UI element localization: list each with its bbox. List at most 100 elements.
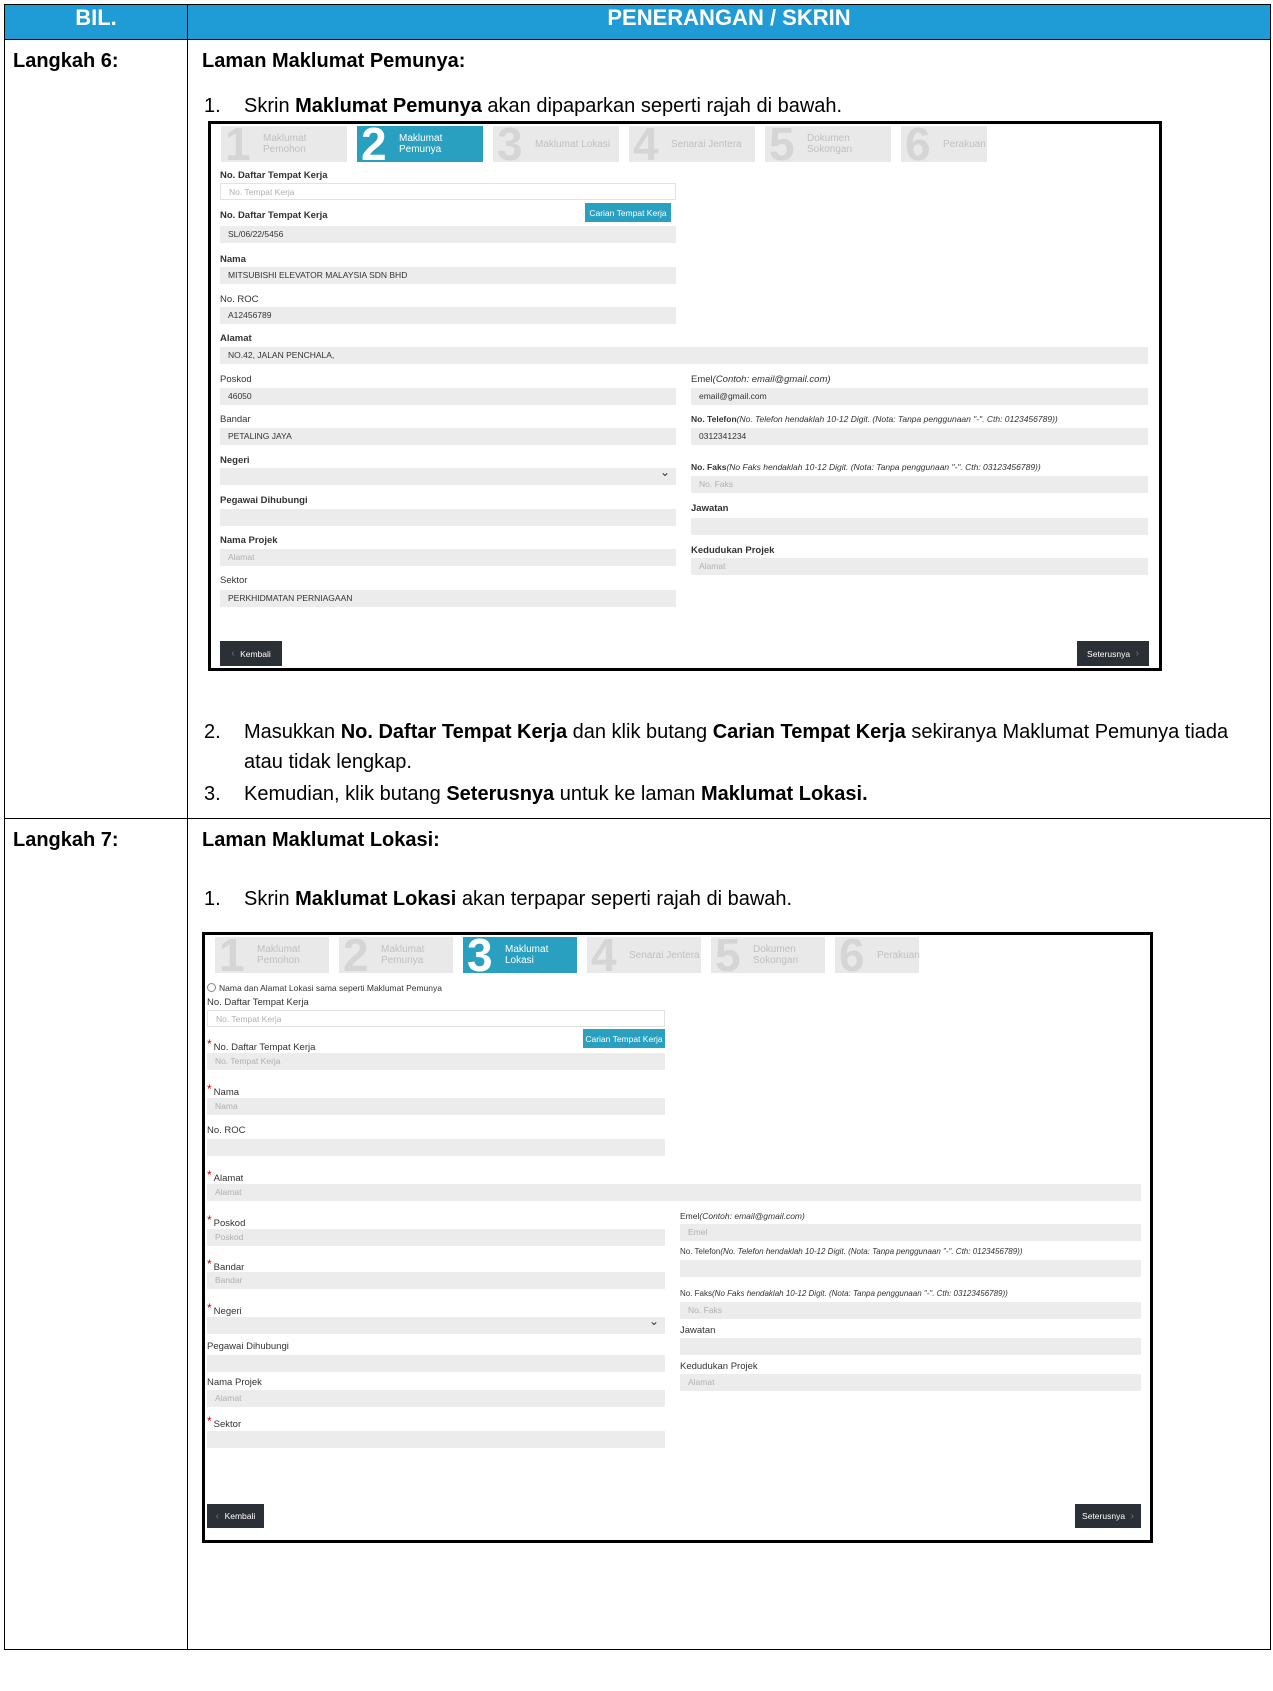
screenshot-maklumat-pemunya: 1 Maklumat Pemohon 2 Maklumat Pemunya 3 Mak… [208,121,1162,671]
negeri-select[interactable] [220,468,676,485]
bandar-label: * Bandar [207,1257,245,1273]
pegawai-field[interactable] [207,1355,665,1372]
table-header: BIL. PENERANGAN / SKRIN [4,4,1271,40]
sektor-label: * Sektor [207,1414,242,1430]
step-content-cell: Laman Maklumat Pemunya: 1. Skrin Makluma… [187,39,1271,819]
sektor-field[interactable] [207,1431,665,1448]
kembali-button[interactable]: ‹ Kembali [220,641,282,666]
tab-maklumat-pemohon[interactable]: 1 Maklumat Pemohon [215,932,329,978]
instruction-table: BIL. PENERANGAN / SKRIN Langkah 6: Laman… [4,4,1271,1650]
alamat-field[interactable]: Alamat [207,1184,1141,1201]
nama-projek-field[interactable]: Alamat [220,549,676,566]
poskod-field[interactable]: 46050 [220,388,676,405]
tab-perakuan[interactable]: 6 Perakuan [901,121,987,167]
list-item: 3. Kemudian, klik butang Seterusnya untu… [202,779,1258,809]
list-item: 1. Skrin Maklumat Lokasi akan terpapar s… [202,884,1258,914]
chevron-right-icon: › [1125,1510,1134,1522]
item-text: akan terpapar seperti rajah di bawah. [456,888,793,910]
search-label: No. Daftar Tempat Kerja [207,997,309,1008]
telefon-field[interactable] [680,1260,1141,1277]
kembali-button[interactable]: ‹ Kembali [207,1504,264,1528]
search-input[interactable]: No. Tempat Kerja [207,1010,665,1027]
tab-maklumat-pemunya[interactable]: 2 Maklumat Pemunya [339,932,453,978]
nama-projek-field[interactable]: Alamat [207,1390,665,1407]
bandar-field[interactable]: Bandar [207,1272,665,1289]
section-title: Laman Maklumat Pemunya: [202,50,466,72]
reg-field[interactable]: No. Tempat Kerja [207,1053,665,1070]
roc-field[interactable]: A12456789 [220,307,676,324]
tab-perakuan[interactable]: 6 Perakuan [835,932,920,978]
document: BIL. PENERANGAN / SKRIN Langkah 6: Laman… [4,4,1271,1691]
reg-field[interactable]: SL/06/22/5456 [220,226,676,243]
kedudukan-field[interactable]: Alamat [680,1374,1141,1391]
item-number: 1. [204,95,221,117]
emel-field[interactable]: email@gmail.com [691,388,1148,405]
item-text: untuk ke laman [554,783,701,805]
tab-senarai-jentera[interactable]: 4 Senarai Jentera [629,121,755,167]
nama-label: Nama [220,254,246,265]
seterusnya-button[interactable]: Seterusnya › [1077,641,1149,666]
search-input[interactable]: No. Tempat Kerja [220,183,676,200]
nama-field[interactable]: Nama [207,1098,665,1115]
pegawai-label: Pegawai Dihubungi [220,495,308,506]
sektor-label: Sektor [220,575,248,586]
wizard-tabs: 1 Maklumat Pemohon 2 Maklumat Pemunya 3 Mak… [215,932,929,978]
alamat-label: Alamat [220,333,252,344]
bandar-field[interactable]: PETALING JAYA [220,428,676,445]
item-text: Kemudian, klik butang [244,783,447,805]
item-bold-text: Maklumat Pemunya [295,95,482,117]
roc-label: No. ROC [207,1125,246,1136]
step-label: Langkah 7: [13,829,119,851]
carian-tempat-kerja-button[interactable]: Carian Tempat Kerja [585,203,671,222]
item-text: dan klik butang [567,721,713,743]
seterusnya-button[interactable]: Seterusnya › [1075,1504,1141,1528]
kedudukan-field[interactable]: Alamat [691,558,1148,575]
poskod-field[interactable]: Poskod [207,1229,665,1246]
list-item: 1. Skrin Maklumat Pemunya akan dipaparka… [202,91,1258,121]
nama-projek-label: Nama Projek [220,535,278,546]
faks-label: No. Faks(No Faks hendaklah 10-12 Digit. … [680,1289,1008,1298]
tab-maklumat-lokasi[interactable]: 3 Maklumat Lokasi [463,932,577,978]
pegawai-field[interactable] [220,509,676,526]
list-item: 2. Masukkan No. Daftar Tempat Kerja dan … [202,717,1258,777]
step-label: Langkah 6: [13,50,119,72]
emel-field[interactable]: Emel [680,1224,1141,1241]
sektor-field[interactable]: PERKHIDMATAN PERNIAGAAN [220,590,676,607]
roc-field[interactable] [207,1139,665,1156]
tab-dokumen-sokongan[interactable]: 5 Dokumen Sokongan [765,121,891,167]
radio-same-as-owner[interactable]: Nama dan Alamat Lokasi sama seperti Makl… [207,983,442,993]
chevron-right-icon: › [1130,648,1139,659]
item-text: Skrin [244,888,296,910]
faks-field[interactable]: No. Faks [691,476,1148,493]
jawatan-label: Jawatan [680,1325,716,1336]
alamat-field[interactable]: NO.42, JALAN PENCHALA, [220,347,1148,364]
negeri-label: Negeri [220,455,250,466]
nama-projek-label: Nama Projek [207,1377,262,1388]
emel-label: Emel(Contoh: email@gmail.com) [680,1211,805,1221]
pegawai-label: Pegawai Dihubungi [207,1341,289,1352]
negeri-select[interactable] [207,1317,665,1334]
tab-maklumat-pemohon[interactable]: 1 Maklumat Pemohon [221,121,347,167]
kedudukan-label: Kedudukan Projek [680,1361,758,1372]
item-bold-text: No. Daftar Tempat Kerja [340,721,568,743]
jawatan-field[interactable] [680,1338,1141,1355]
telefon-label: No. Telefon(No. Telefon hendaklah 10-12 … [680,1247,1023,1256]
carian-tempat-kerja-button[interactable]: Carian Tempat Kerja [583,1029,665,1048]
tab-maklumat-lokasi[interactable]: 3 Maklumat Lokasi [493,121,619,167]
item-bold-text: Carian Tempat Kerja [712,721,906,743]
step-row-7: Langkah 7: Laman Maklumat Lokasi: 1. Skr… [4,818,1271,1650]
step-row-6: Langkah 6: Laman Maklumat Pemunya: 1. Sk… [4,39,1271,819]
item-number: 1. [204,888,221,910]
item-text: akan dipaparkan seperti rajah di bawah. [481,95,843,117]
nama-field[interactable]: MITSUBISHI ELEVATOR MALAYSIA SDN BHD [220,267,676,284]
item-bold-text: Maklumat Lokasi. [700,783,868,805]
faks-field[interactable]: No. Faks [680,1302,1141,1319]
tab-maklumat-pemunya[interactable]: 2 Maklumat Pemunya [357,121,483,167]
search-label: No. Daftar Tempat Kerja [220,170,328,181]
tab-dokumen-sokongan[interactable]: 5 Dokumen Sokongan [711,932,825,978]
faks-label: No. Faks(No Faks hendaklah 10-12 Digit. … [691,462,1041,472]
radio-icon[interactable] [207,983,216,992]
telefon-field[interactable]: 0312341234 [691,428,1148,445]
jawatan-field[interactable] [691,518,1148,535]
tab-senarai-jentera[interactable]: 4 Senarai Jentera [587,932,701,978]
